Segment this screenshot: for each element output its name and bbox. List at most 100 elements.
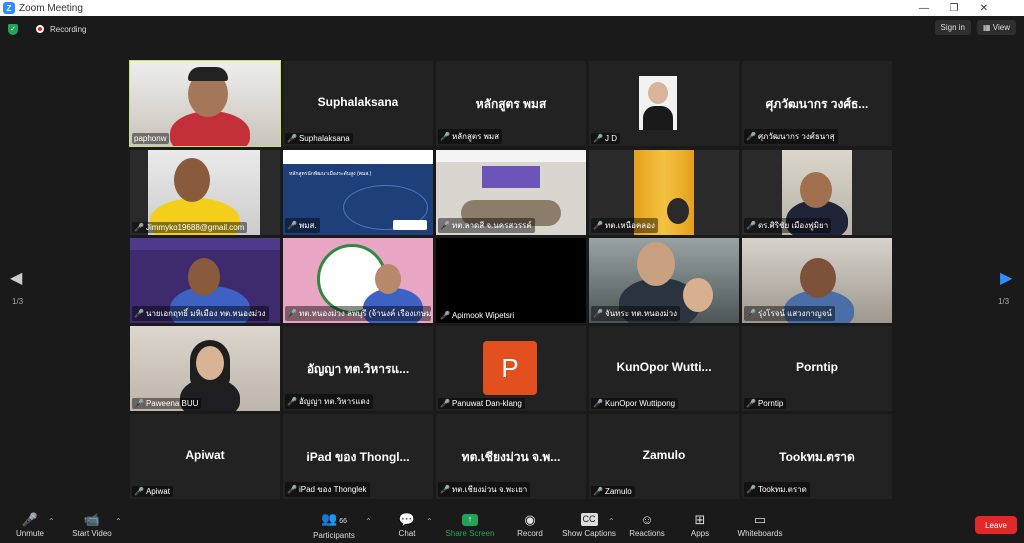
participant-name-label: 🎤 อัญญา ทต.วิหารแดง	[285, 394, 373, 409]
participant-display-name: อัญญา ทต.วิหารแ...	[306, 362, 410, 376]
participant-name-label: 🎤 ทต.ลาดสี จ.นครสวรรค์	[438, 218, 535, 233]
participant-name-label: paphonw	[132, 133, 170, 144]
video-tile[interactable]: 🎤 ดร.ศิริชัย เมืองฟูมิยา	[742, 150, 892, 235]
participant-name-label: 🎤 iPad ของ Thonglek	[285, 482, 370, 497]
security-shield-icon[interactable]: ✓	[8, 23, 18, 35]
start-video-label: Start Video	[72, 529, 112, 538]
video-tile[interactable]: 🎤ทต.หนองม่วง ลพบุรี (จ้านงค์ เรืองเกษม ป…	[283, 238, 433, 323]
video-options-caret-icon[interactable]: ⌃	[115, 517, 122, 526]
participant-display-name: ทต.เชียงม่วน จ.พ...	[461, 450, 561, 464]
participant-display-name: KunOpor Wutti...	[616, 360, 712, 374]
video-off-icon: 📹	[83, 512, 101, 527]
participant-name-label: 🎤 J D	[591, 133, 620, 144]
video-tile[interactable]: Porntip 🎤 Porntip	[742, 326, 892, 411]
meeting-toolbar: 🎤 Unmute ⌃ 📹 Start Video ⌃ 👥 66 Participa…	[0, 508, 1024, 543]
close-button[interactable]: ✕	[970, 0, 998, 16]
participant-name-label: 🎤 จันทระ ทต.หนองม่วง	[591, 306, 681, 321]
share-screen-icon: ↑	[462, 513, 478, 526]
participant-name-label: 🎤 รุ่งโรจน์ แสวงกาญจน์	[744, 306, 835, 321]
participant-name-label: 🎤 ทต.เหนือคลอง	[591, 218, 658, 233]
captions-options-caret-icon[interactable]: ⌃	[608, 517, 615, 526]
slide-title: หลักสูตรนักพัฒนาเมืองระดับสูง (พมส.)	[289, 171, 372, 177]
video-tile[interactable]: iPad ของ Thongl... 🎤 iPad ของ Thonglek	[283, 414, 433, 499]
video-tile[interactable]: 🎤 ทต.ลาดสี จ.นครสวรรค์	[436, 150, 586, 235]
muted-mic-icon: 🎤	[746, 399, 756, 408]
audio-options-caret-icon[interactable]: ⌃	[48, 517, 55, 526]
muted-mic-icon: 🎤	[21, 512, 39, 527]
participant-display-name: Apiwat	[185, 448, 225, 462]
leave-button[interactable]: Leave	[975, 516, 1017, 534]
meeting-top-bar: ✓ Recording Sign in ▦ View	[0, 16, 1024, 42]
muted-mic-icon: 🎤	[134, 399, 144, 408]
muted-mic-icon: 🎤	[287, 134, 297, 143]
video-tile[interactable]: paphonw	[129, 60, 281, 147]
video-tile[interactable]: หลักสูตร พมส 🎤 หลักสูตร พมส	[436, 61, 586, 146]
muted-mic-icon: 🎤	[287, 221, 297, 230]
muted-mic-icon: 🎤	[440, 132, 450, 141]
participant-display-name: iPad ของ Thongl...	[306, 450, 410, 464]
recording-icon	[36, 25, 44, 33]
video-tile[interactable]: P 🎤 Panuwat Dan-klang	[436, 326, 586, 411]
participants-count: 66	[339, 517, 347, 525]
previous-page-icon[interactable]: ◀	[10, 268, 22, 288]
participant-name-label: 🎤 KunOpor Wuttipong	[591, 398, 679, 409]
participants-options-caret-icon[interactable]: ⌃	[365, 517, 372, 526]
minimize-button[interactable]: —	[910, 0, 938, 16]
muted-mic-icon: 🎤	[440, 485, 450, 494]
recording-label: Recording	[50, 24, 87, 34]
video-tile[interactable]: 🎤 Paweena BUU	[130, 326, 280, 411]
participant-name-label: 🎤 Jimmyko19688@gmail.com	[132, 222, 248, 233]
start-video-button[interactable]: 📹 Start Video	[68, 508, 116, 543]
video-tile[interactable]: ศุภวัฒนากร วงศ์ธ... 🎤 ศุภวัฒนากร วงศ์ธนาส…	[742, 61, 892, 146]
video-tile[interactable]: 🎤 J D	[589, 61, 739, 146]
participant-name-label: 🎤 Suphalaksana	[285, 133, 353, 144]
muted-mic-icon: 🎤	[746, 221, 756, 230]
maximize-button[interactable]: ❐	[940, 0, 968, 16]
video-tile[interactable]: หลักสูตรนักพัฒนาเมืองระดับสูง (พมส.) 🎤 พม…	[283, 150, 433, 235]
video-tile[interactable]: 🎤 รุ่งโรจน์ แสวงกาญจน์	[742, 238, 892, 323]
room-screen	[482, 166, 540, 188]
apps-icon: ⊞	[694, 512, 706, 527]
record-button[interactable]: ◉ Record	[514, 508, 546, 543]
chat-button[interactable]: 💬 Chat	[394, 508, 420, 543]
sign-in-button[interactable]: Sign in	[934, 20, 972, 35]
participant-display-name: Suphalaksana	[317, 95, 399, 109]
view-button[interactable]: ▦ View	[977, 20, 1016, 35]
video-tile[interactable]: Apiwat 🎤 Apiwat	[130, 414, 280, 499]
muted-mic-icon: 🎤	[746, 309, 756, 318]
reactions-button[interactable]: ☺ Reactions	[628, 508, 666, 543]
whiteboards-button[interactable]: ▭ Whiteboards	[734, 508, 786, 543]
share-screen-button[interactable]: ↑ Share Screen	[444, 508, 496, 543]
video-tile[interactable]: 🎤 นายเอกฤทธิ์ มหิเมือง ทต.หนองม่วง	[130, 238, 280, 323]
participant-name-label: 🎤 Porntip	[744, 398, 787, 409]
chat-options-caret-icon[interactable]: ⌃	[426, 517, 433, 526]
video-tile[interactable]: อัญญา ทต.วิหารแ... 🎤 อัญญา ทต.วิหารแดง	[283, 326, 433, 411]
participant-head	[637, 242, 675, 286]
video-tile[interactable]: ทต.เชียงม่วน จ.พ... 🎤 ทต.เชียงม่วน จ.พะเย…	[436, 414, 586, 499]
room-ceiling	[436, 150, 586, 162]
participant-name-label: 🎤 ดร.ศิริชัย เมืองฟูมิยา	[744, 218, 832, 233]
video-tile[interactable]: 🎤 Jimmyko19688@gmail.com	[130, 150, 280, 235]
unmute-button[interactable]: 🎤 Unmute	[12, 508, 48, 543]
whiteboard-icon: ▭	[753, 512, 767, 527]
participant-head	[667, 198, 689, 224]
participant-hand	[683, 278, 713, 312]
reactions-label: Reactions	[629, 529, 665, 538]
participant-head	[196, 346, 224, 380]
video-tile[interactable]: Suphalaksana 🎤 Suphalaksana	[283, 61, 433, 146]
next-page-icon[interactable]: ▶	[1000, 268, 1012, 288]
video-tile[interactable]: Zamulo 🎤 Zamulo	[589, 414, 739, 499]
participant-head	[174, 158, 210, 202]
participants-button[interactable]: 👥 66 Participants	[308, 508, 360, 543]
video-tile[interactable]: Tookทม.ตราด 🎤 Tookทม.ตราด	[742, 414, 892, 499]
video-tile[interactable]: 🎤 จันทระ ทต.หนองม่วง	[589, 238, 739, 323]
muted-mic-icon: 🎤	[746, 485, 756, 494]
video-tile[interactable]: 🎤 ทต.เหนือคลอง	[589, 150, 739, 235]
muted-mic-icon: 🎤	[440, 221, 450, 230]
apps-button[interactable]: ⊞ Apps	[688, 508, 712, 543]
video-tile[interactable]: 🎤 Apimook Wipetsri	[436, 238, 586, 323]
window-title: Zoom Meeting	[19, 2, 83, 14]
view-label: View	[992, 23, 1010, 32]
video-tile[interactable]: KunOpor Wutti... 🎤 KunOpor Wuttipong	[589, 326, 739, 411]
muted-mic-icon: 🎤	[593, 487, 603, 496]
